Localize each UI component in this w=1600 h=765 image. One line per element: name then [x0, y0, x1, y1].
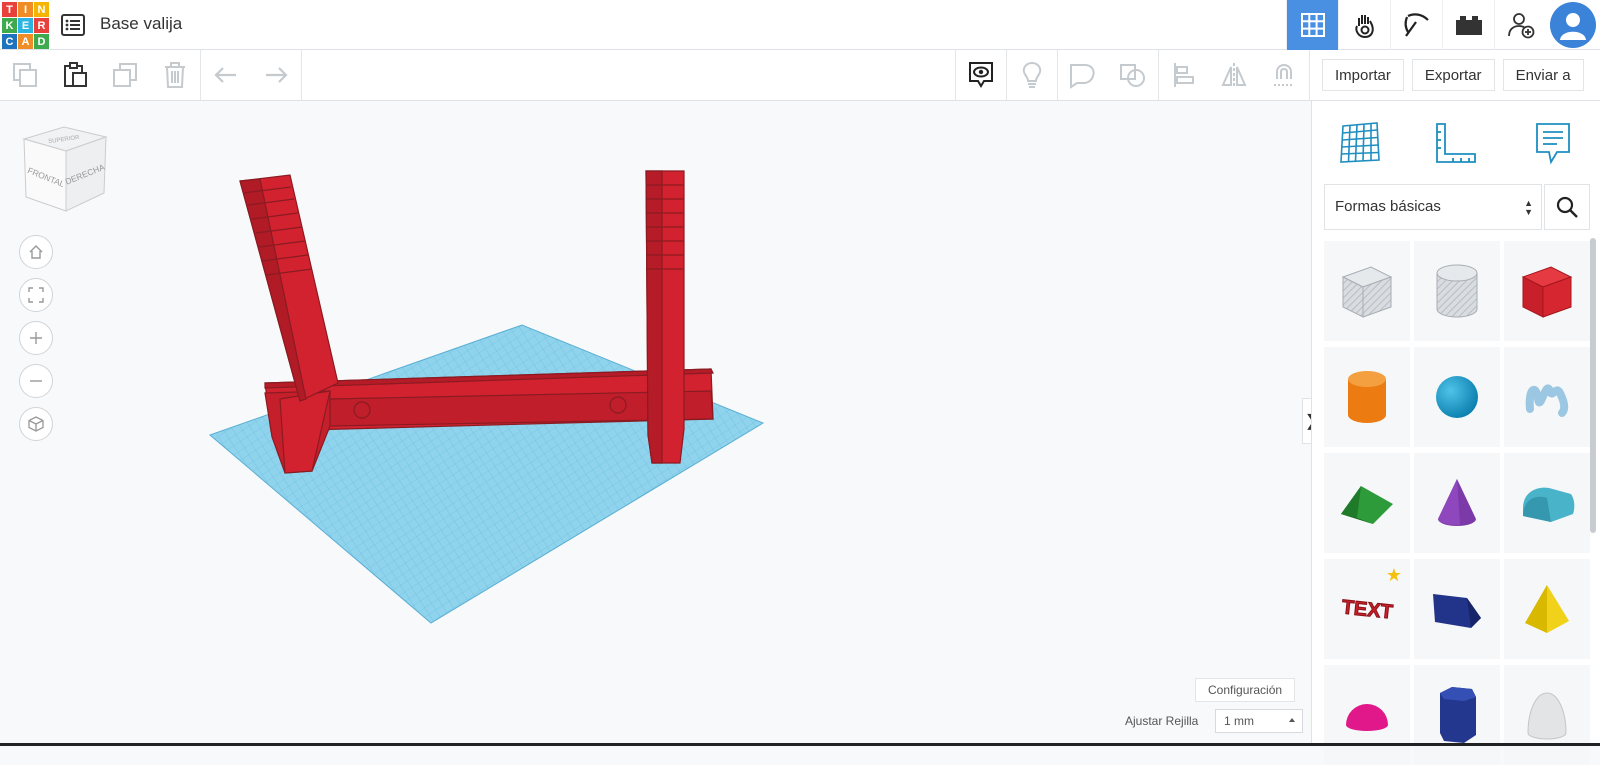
logo-tile: D [34, 34, 49, 49]
ungroup-icon[interactable] [1108, 50, 1158, 100]
shapes-panel: Formas básicas ▲ ▼ TEXT ★ [1311, 101, 1600, 765]
pyramid-shape[interactable] [1504, 559, 1590, 659]
logo-tile: E [18, 18, 33, 33]
notes-tool-icon[interactable] [1523, 113, 1583, 173]
shape-grid: TEXT ★ [1324, 241, 1590, 765]
home-view-icon[interactable] [19, 235, 53, 269]
perspective-icon[interactable] [19, 407, 53, 441]
cruise-magnet-icon[interactable] [1259, 50, 1309, 100]
lightbulb-icon[interactable] [1007, 50, 1057, 100]
send-to-button[interactable]: Enviar a [1502, 59, 1584, 91]
export-button[interactable]: Exportar [1411, 59, 1495, 91]
undo-icon[interactable] [201, 50, 251, 100]
tinkercad-logo[interactable]: TIN KER CAD [2, 2, 49, 49]
round-roof-shape[interactable] [1504, 453, 1590, 553]
align-icon[interactable] [1159, 50, 1209, 100]
redo-icon[interactable] [251, 50, 301, 100]
cone-shape[interactable] [1414, 453, 1500, 553]
logo-tile: N [34, 2, 49, 17]
grid-view-icon[interactable] [1286, 0, 1338, 50]
logo-tile: C [2, 34, 17, 49]
snap-grid-label: Ajustar Rejilla [1125, 714, 1199, 728]
paraboloid-shape[interactable] [1504, 665, 1590, 765]
logo-tile: A [18, 34, 33, 49]
top-bar: TIN KER CAD Base valija [0, 0, 1600, 50]
workplane-tool-icon[interactable] [1330, 113, 1390, 173]
notes-visibility-icon[interactable] [956, 50, 1006, 100]
design-title[interactable]: Base valija [100, 14, 182, 34]
brick-icon[interactable] [1442, 0, 1494, 50]
delete-icon[interactable] [150, 50, 200, 100]
zoom-in-icon[interactable] [19, 321, 53, 355]
cylinder-shape[interactable] [1324, 347, 1410, 447]
logo-tile: K [2, 18, 17, 33]
search-icon [1556, 196, 1578, 218]
mirror-icon[interactable] [1209, 50, 1259, 100]
pickaxe-icon[interactable] [1390, 0, 1442, 50]
view-cube[interactable]: SUPERIOR FRONTAL DERECHA [18, 123, 110, 220]
text-shape[interactable]: TEXT ★ [1324, 559, 1410, 659]
cylinder-hole-shape[interactable] [1414, 241, 1500, 341]
sphere-shape[interactable] [1414, 347, 1500, 447]
workplane-area[interactable]: SUPERIOR FRONTAL DERECHA Configuración A… [0, 101, 1311, 746]
scribble-shape[interactable] [1504, 347, 1590, 447]
panel-scrollbar[interactable] [1590, 238, 1596, 533]
sort-arrows-icon: ▲ ▼ [1524, 198, 1533, 217]
edit-toolbar: Importar Exportar Enviar a [0, 50, 1600, 101]
copy-icon[interactable] [0, 50, 50, 100]
fit-view-icon[interactable] [19, 278, 53, 312]
design-list-icon[interactable] [60, 12, 86, 38]
text-shape-label: TEXT [1341, 596, 1394, 623]
box-hole-shape[interactable] [1324, 241, 1410, 341]
user-avatar[interactable] [1550, 2, 1596, 48]
group-icon[interactable] [1058, 50, 1108, 100]
search-shapes-button[interactable] [1544, 184, 1590, 230]
workplane-scene[interactable] [0, 101, 1311, 746]
import-button[interactable]: Importar [1322, 59, 1404, 91]
shape-category-select[interactable]: Formas básicas ▲ ▼ [1324, 184, 1542, 230]
wedge-shape[interactable] [1414, 559, 1500, 659]
polygon-shape[interactable] [1414, 665, 1500, 765]
shape-category-value: Formas básicas [1335, 198, 1441, 215]
settings-button[interactable]: Configuración [1195, 678, 1296, 702]
roof-shape[interactable] [1324, 453, 1410, 553]
ruler-tool-icon[interactable] [1426, 113, 1486, 173]
logo-tile: R [34, 18, 49, 33]
logo-tile: I [18, 2, 33, 17]
logo-tile: T [2, 2, 17, 17]
caret-up-icon [1289, 718, 1295, 722]
duplicate-icon[interactable] [100, 50, 150, 100]
hand-gesture-icon[interactable] [1338, 0, 1390, 50]
add-user-icon[interactable] [1494, 0, 1546, 50]
paste-icon[interactable] [50, 50, 100, 100]
half-sphere-shape[interactable] [1324, 665, 1410, 765]
zoom-out-icon[interactable] [19, 364, 53, 398]
star-icon: ★ [1385, 565, 1402, 585]
snap-grid-select[interactable]: 1 mm [1215, 709, 1303, 733]
box-shape[interactable] [1504, 241, 1590, 341]
snap-grid-value: 1 mm [1224, 714, 1254, 728]
